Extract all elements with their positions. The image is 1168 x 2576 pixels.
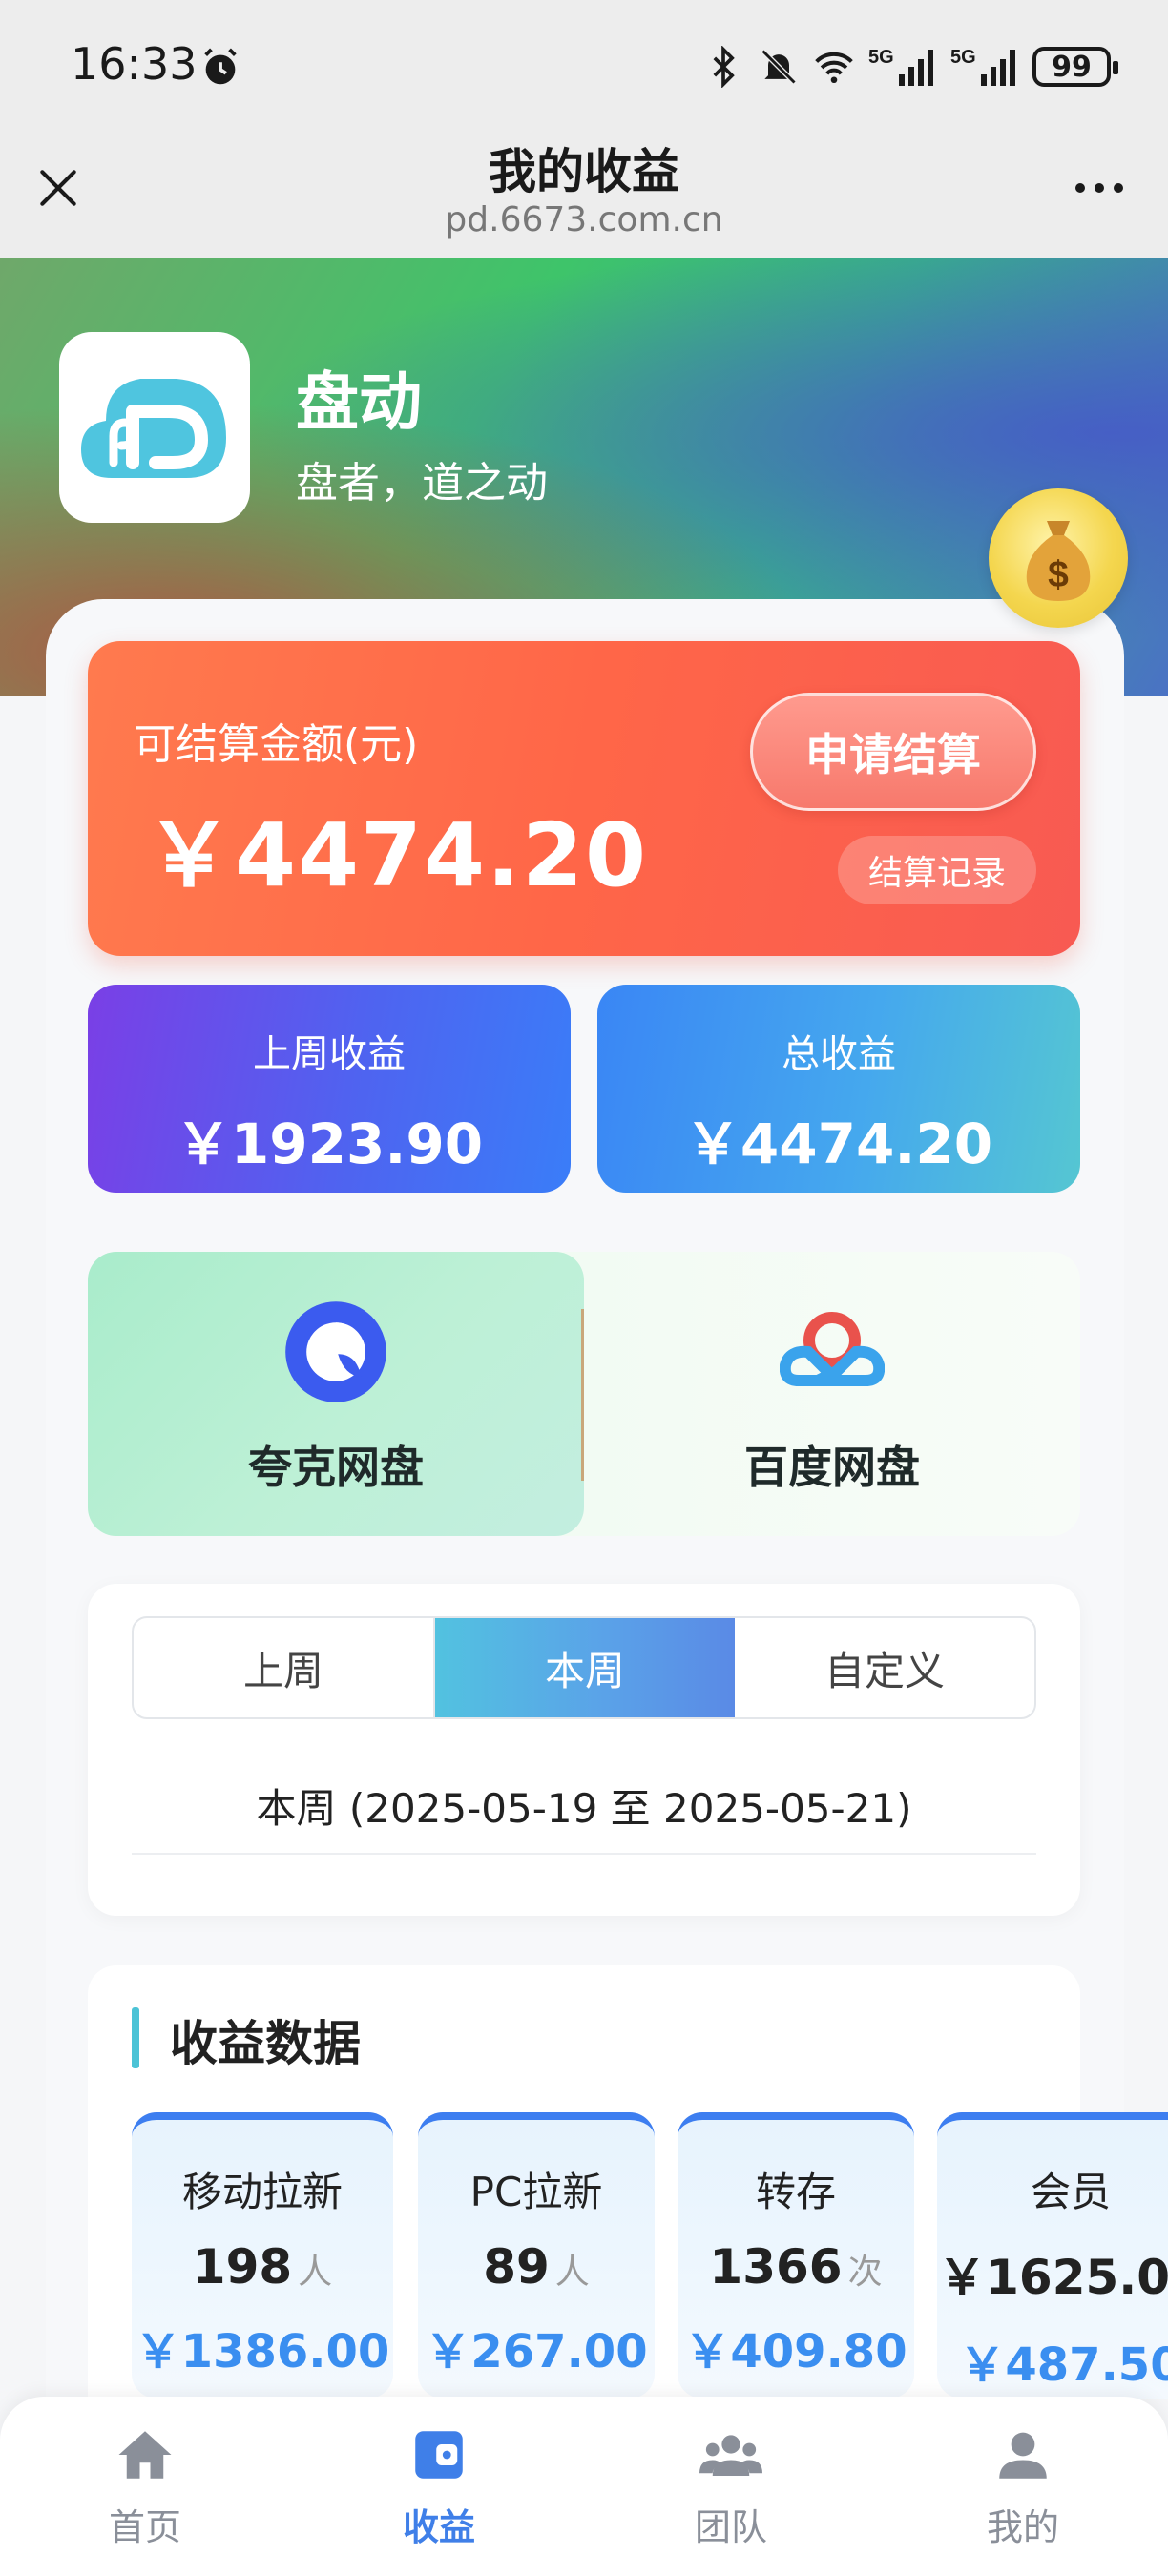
stat-value: ￥1923.90 — [175, 1111, 484, 1176]
nav-label: 收益 — [402, 2506, 475, 2548]
stat-label: 上周收益 — [253, 1032, 406, 1076]
last-week-earnings-card: 上周收益 ￥1923.90 — [88, 985, 571, 1193]
status-bar: 16:33 5G 5G 99 — [0, 0, 1168, 134]
team-icon — [699, 2435, 762, 2476]
alarm-icon — [204, 48, 237, 85]
platform-tab-quark[interactable]: 夸克网盘 — [88, 1252, 584, 1536]
app-name: 盘动 — [296, 365, 422, 439]
metric-count: 89 人 — [418, 2239, 655, 2295]
nav-label: 团队 — [694, 2506, 767, 2548]
page-title: 我的收益 — [489, 144, 679, 199]
app-logo — [59, 332, 250, 523]
metric-count: 1366 次 — [678, 2239, 914, 2295]
section-accent-bar — [132, 2007, 139, 2068]
settle-card: 可结算金额(元) ￥4474.20 申请结算 结算记录 — [88, 641, 1080, 956]
platform-label: 夸克网盘 — [248, 1442, 424, 1493]
metric-card-pc-new[interactable]: PC拉新 89 人 ￥267.00 — [418, 2112, 655, 2399]
metric-label: 移动拉新 — [181, 2169, 343, 2215]
metric-unit: 次 — [847, 2253, 883, 2292]
tab-this-week[interactable]: 本周 — [433, 1618, 735, 1717]
settle-label: 可结算金额(元) — [134, 720, 419, 769]
signal-5g-icon: 5G — [868, 47, 933, 86]
metric-unit: 人 — [554, 2253, 590, 2292]
baidu-netdisk-icon — [780, 1312, 885, 1386]
status-time: 16:33 — [71, 38, 198, 90]
signal-5g-icon: 5G — [950, 47, 1015, 86]
svg-text:$: $ — [1048, 554, 1069, 595]
bluetooth-icon — [713, 46, 735, 88]
nav-item-home[interactable]: 首页 — [50, 2423, 240, 2550]
metric-card-mobile-new[interactable]: 移动拉新 198 人 ￥1386.00 — [132, 2112, 393, 2399]
battery-indicator: 99 — [1032, 47, 1118, 87]
metric-label: PC拉新 — [469, 2169, 603, 2215]
metric-count-value: 89 — [483, 2239, 550, 2295]
section-title: 收益数据 — [170, 2016, 361, 2071]
more-icon[interactable] — [1069, 174, 1130, 202]
period-range: 本周 (2025-05-19 至 2025-05-21) — [256, 1785, 912, 1832]
metric-count: ￥1625.00 — [937, 2239, 1168, 2308]
metric-money: ￥1386.00 — [135, 2325, 390, 2379]
nav-item-team[interactable]: 团队 — [636, 2423, 826, 2550]
cloud-logo-icon — [81, 379, 226, 478]
nav-label: 我的 — [986, 2506, 1059, 2548]
home-icon — [118, 2431, 172, 2479]
platform-label: 百度网盘 — [744, 1442, 920, 1493]
divider — [132, 1853, 1036, 1855]
metric-unit: 人 — [298, 2253, 333, 2292]
quark-icon — [285, 1301, 386, 1402]
nav-item-mine[interactable]: 我的 — [928, 2423, 1118, 2550]
apply-settlement-button[interactable]: 申请结算 — [750, 693, 1036, 811]
app-slogan: 盘者，道之动 — [296, 459, 548, 508]
wifi-icon — [815, 52, 853, 84]
money-bag-button[interactable]: $ — [989, 488, 1128, 628]
nav-item-earnings[interactable]: 收益 — [344, 2423, 534, 2550]
metric-card-member[interactable]: 会员 ￥1625.00 ￥487.50 — [937, 2112, 1168, 2399]
wallet-icon — [415, 2431, 463, 2479]
user-icon — [999, 2432, 1047, 2479]
metric-count: 198 人 — [132, 2239, 393, 2295]
period-segmented-control: 上周 本周 自定义 — [132, 1616, 1036, 1719]
metric-money: ￥267.00 — [425, 2325, 648, 2379]
metric-label: 会员 — [1030, 2169, 1111, 2215]
stat-label: 总收益 — [782, 1032, 896, 1076]
status-icons: 5G 5G 99 — [702, 42, 1118, 92]
metric-label: 转存 — [755, 2169, 836, 2215]
stat-value: ￥4474.20 — [684, 1111, 993, 1176]
mute-icon — [761, 49, 797, 85]
metric-count-value: ￥1625.00 — [938, 2250, 1168, 2305]
nav-label: 首页 — [108, 2506, 181, 2548]
metric-count-value: 198 — [192, 2239, 293, 2295]
platform-tab-baidu[interactable]: 百度网盘 — [584, 1252, 1080, 1536]
tab-last-week[interactable]: 上周 — [134, 1618, 433, 1717]
svg-text:5G: 5G — [868, 47, 894, 68]
settle-amount: ￥4474.20 — [145, 804, 649, 906]
total-earnings-card: 总收益 ￥4474.20 — [597, 985, 1080, 1193]
metric-card-transfer[interactable]: 转存 1366 次 ￥409.80 — [678, 2112, 914, 2399]
tab-custom[interactable]: 自定义 — [735, 1618, 1034, 1717]
metric-money: ￥409.80 — [684, 2325, 907, 2379]
metric-money: ￥487.50 — [959, 2338, 1168, 2392]
metric-count-value: 1366 — [709, 2239, 843, 2295]
svg-text:5G: 5G — [950, 47, 976, 68]
money-bag-icon: $ — [1026, 521, 1091, 601]
page-url: pd.6673.com.cn — [445, 200, 723, 239]
settlement-record-button[interactable]: 结算记录 — [838, 836, 1036, 904]
